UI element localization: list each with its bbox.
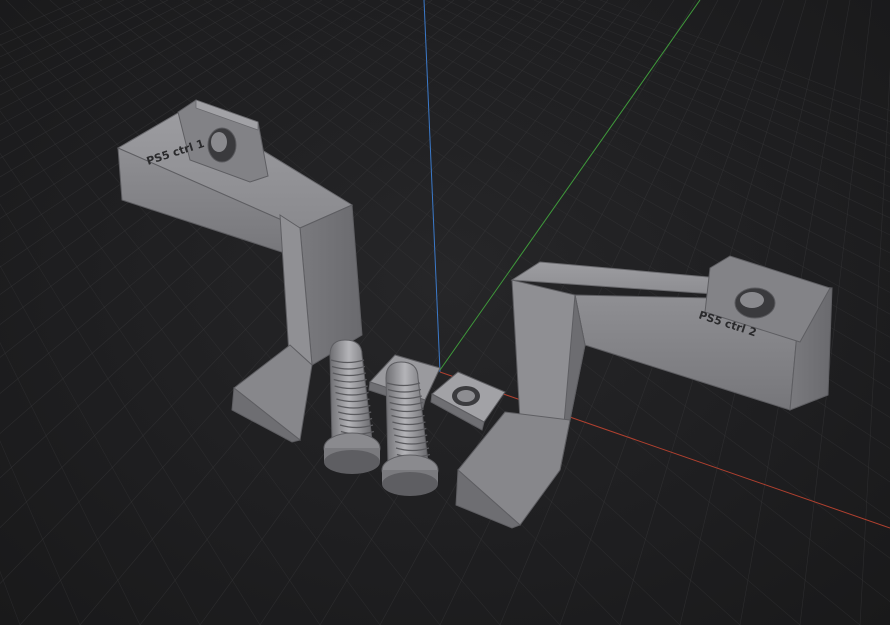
- bracket-1[interactable]: PS5 ctrl 1: [116, 99, 363, 443]
- z-axis-line: [423, 0, 441, 373]
- bracket-2[interactable]: PS5 ctrl 2: [455, 255, 833, 529]
- scene-canvas[interactable]: PS5 ctrl 1 PS5 ctrl 2: [0, 0, 890, 625]
- nut-2[interactable]: [430, 371, 506, 431]
- 3d-viewport[interactable]: PS5 ctrl 1 PS5 ctrl 2: [0, 0, 890, 625]
- screw-1[interactable]: [323, 339, 381, 474]
